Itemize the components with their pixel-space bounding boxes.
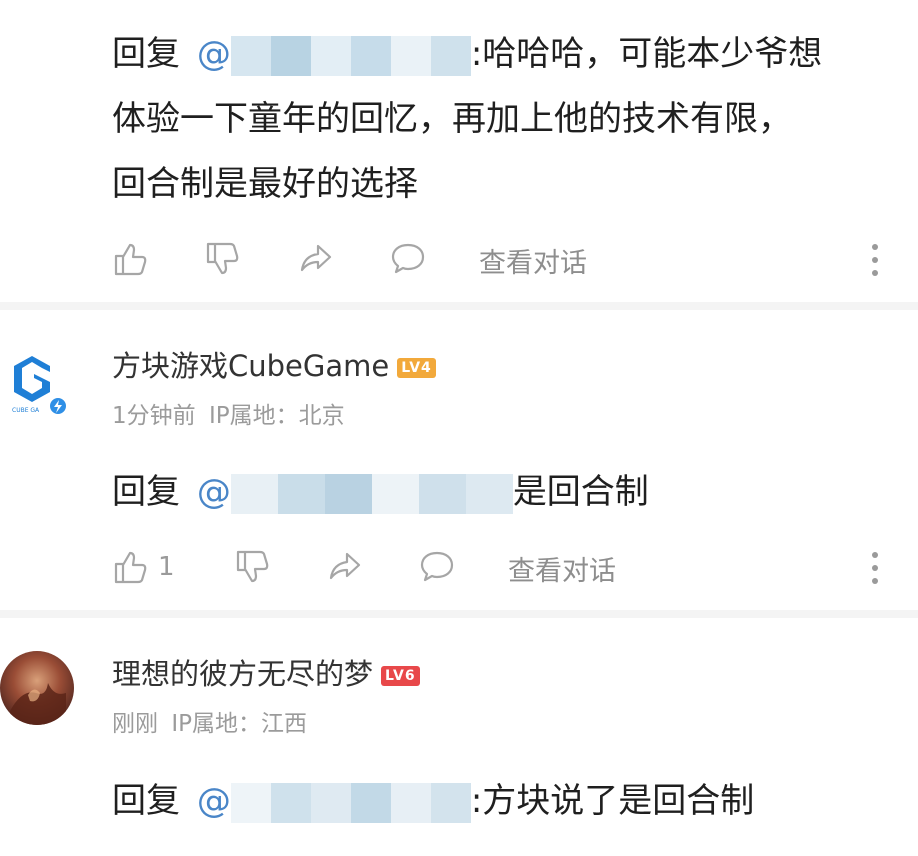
comment-button[interactable] <box>389 241 427 277</box>
comment-bubble-icon <box>420 551 454 582</box>
like-button[interactable]: 1 <box>112 548 175 586</box>
mention-at[interactable]: @ <box>197 781 231 821</box>
reply-line-1: 回复 @ :方块说了是回合制 <box>112 769 754 833</box>
share-button[interactable] <box>298 241 334 277</box>
view-conversation-link[interactable]: 查看对话 <box>479 241 587 280</box>
dislike-button[interactable] <box>234 548 272 586</box>
share-icon <box>300 244 332 272</box>
comment-button[interactable] <box>418 549 456 585</box>
username-text[interactable]: 方块游戏CubeGame <box>112 349 389 383</box>
thumbs-up-icon <box>114 551 147 584</box>
mention-at[interactable]: @ <box>197 34 231 74</box>
comment-bubble-icon <box>391 243 425 274</box>
more-vertical-icon[interactable] <box>872 552 880 591</box>
cube-game-logo-icon: CUBE GA <box>12 356 66 416</box>
mention-mosaic[interactable] <box>230 35 471 76</box>
thumbs-down-icon <box>206 242 239 275</box>
user-avatar <box>0 651 74 725</box>
comment-meta: 刚刚 IP属地：江西 <box>112 704 307 738</box>
username[interactable]: 方块游戏CubeGame LV4 <box>112 343 436 385</box>
reply-prefix: 回复 <box>112 781 180 821</box>
reply-text: :哈哈哈，可能本少爷想 <box>470 34 823 74</box>
reply-text: :方块说了是回合制 <box>470 781 755 821</box>
reply-text: 是回合制 <box>512 472 649 512</box>
reply-line-1: 回复 @ :哈哈哈，可能本少爷想 <box>112 22 822 86</box>
reply-line-2: 体验一下童年的回忆，再加上他的技术有限， <box>112 99 792 139</box>
level-badge: LV4 <box>397 358 436 378</box>
share-icon <box>329 552 361 580</box>
level-badge: LV6 <box>381 666 420 686</box>
thumbs-up-icon <box>114 243 147 276</box>
comment-meta: 1分钟前 IP属地：北京 <box>112 396 345 430</box>
more-vertical-icon[interactable] <box>872 244 880 283</box>
like-button[interactable] <box>112 240 150 278</box>
timestamp: 刚刚 <box>112 711 158 737</box>
mention-mosaic[interactable] <box>230 782 471 823</box>
timestamp: 1分钟前 <box>112 403 196 429</box>
reply-line-1: 回复 @ 是回合制 <box>112 460 649 524</box>
thumbs-down-icon <box>236 550 269 583</box>
share-button[interactable] <box>327 549 363 585</box>
ip-location: IP属地：江西 <box>171 711 307 737</box>
like-count: 1 <box>158 552 175 582</box>
avatar[interactable]: CUBE GA <box>8 350 66 416</box>
mention-mosaic[interactable] <box>230 473 513 514</box>
view-conversation-link[interactable]: 查看对话 <box>508 549 616 588</box>
dislike-button[interactable] <box>204 240 242 278</box>
username[interactable]: 理想的彼方无尽的梦 LV6 <box>112 651 420 693</box>
svg-text:CUBE GA: CUBE GA <box>12 407 40 414</box>
reply-prefix: 回复 <box>112 34 180 74</box>
divider <box>0 610 918 618</box>
divider <box>0 302 918 310</box>
reply-prefix: 回复 <box>112 472 180 512</box>
mention-at[interactable]: @ <box>197 472 231 512</box>
username-text[interactable]: 理想的彼方无尽的梦 <box>112 657 373 691</box>
reply-line-3: 回合制是最好的选择 <box>112 164 418 204</box>
avatar[interactable] <box>0 651 74 725</box>
ip-location: IP属地：北京 <box>208 403 345 429</box>
